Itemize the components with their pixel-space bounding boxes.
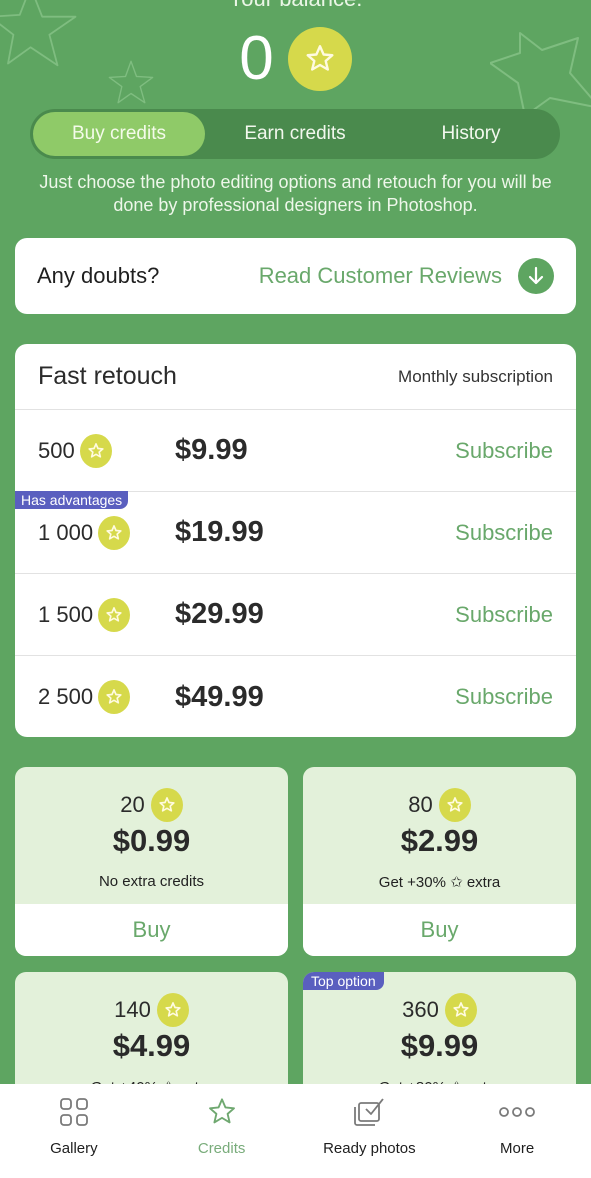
more-dots-icon [499, 1094, 536, 1130]
photos-check-icon [351, 1094, 387, 1130]
credits-amount: 20 [120, 792, 145, 817]
balance-value: 0 [239, 24, 274, 93]
pack-info: 80 $2.99 Get +30% ✩ extra [303, 767, 576, 904]
pack-price: $0.99 [112, 823, 191, 858]
subscription-row: 2 500 $49.99 Subscribe [15, 656, 576, 738]
star-coin-icon [438, 788, 471, 822]
subscription-credits: 2 500 [38, 680, 175, 714]
pack-price: $4.99 [112, 1028, 191, 1063]
subscribe-button[interactable]: Subscribe [455, 602, 553, 628]
pack-price: $9.99 [400, 1028, 479, 1063]
tabbar-gallery[interactable]: Gallery [0, 1084, 148, 1178]
tabbar-more[interactable]: More [443, 1084, 591, 1178]
subscription-card: Fast retouch Monthly subscription 500 $9… [15, 344, 576, 737]
star-coin-icon [98, 597, 131, 632]
credits-amount: 360 [402, 997, 439, 1022]
pack-note: No extra credits [98, 873, 205, 890]
bottom-tab-bar: Gallery Credits Ready photos More [0, 1084, 591, 1178]
read-reviews-label: Read Customer Reviews [258, 263, 502, 288]
star-coin-icon [79, 433, 112, 468]
tabbar-credits[interactable]: Credits [148, 1084, 296, 1178]
credit-pack-card: 20 $0.99 No extra credits Buy [15, 767, 288, 956]
top-option-badge: Top option [303, 972, 384, 990]
intro-text: Just choose the photo editing options an… [39, 172, 552, 215]
star-coin-icon [98, 680, 131, 714]
balance-label: Your balance: [0, 0, 591, 12]
tabbar-label: Credits [197, 1140, 246, 1157]
credits-amount: 2 500 [38, 684, 94, 709]
star-coin-icon [150, 788, 183, 822]
subscription-row: Has advantages 1 000 $19.99 Subscribe [15, 491, 576, 574]
tabbar-label: Ready photos [323, 1140, 416, 1157]
reviews-card: Any doubts? Read Customer Reviews [15, 238, 576, 314]
doubts-label: Any doubts? [37, 263, 160, 288]
tab-buy-credits[interactable]: Buy credits [33, 112, 205, 156]
subscription-credits: 500 [38, 433, 175, 468]
pack-note: Get +30% ✩ extra [378, 874, 501, 891]
pack-credits: 360 [402, 993, 477, 1027]
tab-earn-credits[interactable]: Earn credits [205, 112, 385, 156]
tab-history[interactable]: History [385, 112, 557, 156]
subscribe-button[interactable]: Subscribe [455, 438, 553, 464]
subscription-type: Monthly subscription [398, 366, 553, 386]
subscription-title: Fast retouch [38, 362, 177, 390]
subscription-header: Fast retouch Monthly subscription [15, 344, 576, 410]
credits-amount: 140 [114, 997, 151, 1022]
star-coin-icon [444, 993, 477, 1027]
pack-credits: 140 [114, 993, 189, 1027]
star-coin-icon [98, 515, 131, 550]
credits-tabs: Buy credits Earn credits History [30, 109, 560, 159]
credits-amount: 1 500 [38, 601, 94, 627]
subscribe-button[interactable]: Subscribe [455, 520, 553, 546]
read-reviews-link[interactable]: Read Customer Reviews [259, 258, 554, 294]
tabbar-label: More [500, 1140, 535, 1157]
subscription-credits: 1 500 [38, 597, 175, 632]
star-coin-icon [156, 993, 189, 1027]
tabbar-label: Gallery [50, 1140, 98, 1157]
credits-amount: 80 [408, 792, 433, 817]
subscription-credits: 1 000 [38, 515, 175, 550]
buy-button[interactable]: Buy [303, 904, 576, 956]
subscribe-button[interactable]: Subscribe [455, 684, 553, 710]
balance-display: 0 [0, 26, 591, 92]
star-coin-icon [287, 27, 352, 91]
subscription-price: $29.99 [175, 598, 264, 630]
credits-amount: 500 [38, 437, 75, 463]
subscription-row: 500 $9.99 Subscribe [15, 410, 576, 492]
pack-credits: 80 [408, 788, 471, 822]
subscription-price: $49.99 [175, 680, 264, 713]
star-icon [205, 1094, 239, 1130]
subscription-price: $19.99 [175, 516, 264, 548]
arrow-down-circle-icon [518, 258, 554, 294]
has-advantages-badge: Has advantages [15, 491, 129, 509]
tabbar-ready-photos[interactable]: Ready photos [296, 1084, 444, 1178]
credits-amount: 1 000 [38, 519, 94, 545]
subscription-row: 1 500 $29.99 Subscribe [15, 574, 576, 656]
pack-price: $2.99 [400, 823, 479, 858]
subscription-price: $9.99 [175, 434, 248, 466]
credit-pack-card: 80 $2.99 Get +30% ✩ extra Buy [303, 767, 576, 956]
pack-info: 20 $0.99 No extra credits [15, 767, 288, 904]
pack-credits: 20 [120, 788, 183, 822]
grid-icon [59, 1094, 89, 1130]
buy-button[interactable]: Buy [15, 904, 288, 956]
